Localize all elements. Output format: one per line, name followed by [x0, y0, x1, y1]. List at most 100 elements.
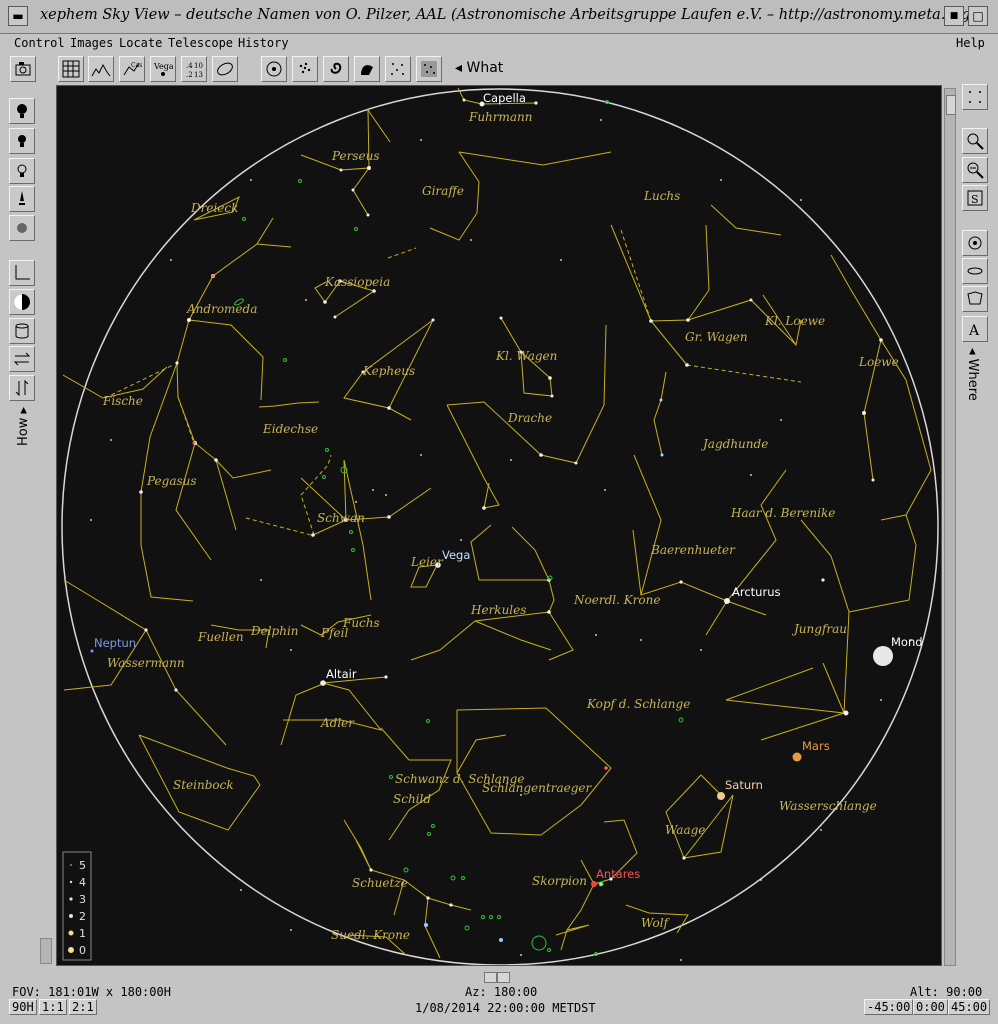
- magnitude-legend: 5 4 3 2 1 0: [62, 851, 92, 961]
- zoom-dots-icon[interactable]: [962, 84, 988, 110]
- aspect-1-1-button[interactable]: 1:1: [39, 999, 67, 1015]
- cn-dreieck: Dreieck: [190, 201, 238, 215]
- cn-schuetze: Schuetze: [352, 876, 408, 890]
- cn-noerdl-krone: Noerdl. Krone: [573, 593, 660, 607]
- telescope-icon[interactable]: [9, 186, 35, 212]
- grid-icon[interactable]: [58, 56, 84, 82]
- label-mond: Mond: [891, 635, 923, 649]
- cn-kl-wagen: Kl. Wagen: [495, 349, 557, 363]
- menu-images[interactable]: Images: [70, 36, 113, 50]
- svg-text:.4: .4: [186, 62, 193, 70]
- cn-fische: Fische: [102, 394, 143, 408]
- cn-pegasus: Pegasus: [146, 474, 197, 488]
- cn-jungfrau: Jungfrau: [791, 622, 847, 636]
- where-menu[interactable]: ◂ Where: [965, 348, 980, 401]
- window-menu-button[interactable]: ▬: [8, 6, 28, 26]
- eyepiece-icon[interactable]: [9, 215, 35, 241]
- zoom-in-icon[interactable]: [962, 128, 988, 154]
- constellation-names-icon[interactable]: Cas: [119, 56, 145, 82]
- text-filter-icon[interactable]: A: [962, 316, 988, 342]
- minimize-button[interactable]: ■: [944, 6, 964, 26]
- svg-text:Vega: Vega: [153, 62, 173, 71]
- vertical-scroll-thumb[interactable]: [946, 95, 956, 115]
- camera-icon[interactable]: [10, 56, 36, 82]
- cn-drache: Drache: [507, 411, 552, 425]
- left-scrollbar[interactable]: [40, 938, 52, 964]
- maximize-button[interactable]: □: [968, 6, 988, 26]
- legend-5: 5: [79, 859, 86, 872]
- how-menu[interactable]: How ▸: [16, 407, 31, 446]
- cn-eidechse: Eidechse: [262, 422, 318, 436]
- label-antares: Antares: [596, 867, 640, 881]
- menu-help[interactable]: Help: [956, 36, 985, 50]
- moon-marker: [873, 646, 893, 666]
- cluster-filter-icon[interactable]: [962, 230, 988, 256]
- zoom-sky-icon[interactable]: S: [962, 185, 988, 211]
- legend-3: 3: [79, 893, 86, 906]
- constellation-boundaries: [104, 229, 802, 536]
- constellation-lines: [62, 87, 932, 959]
- target-icon[interactable]: [261, 56, 287, 82]
- window-title: xephem Sky View – deutsche Namen von O. …: [40, 7, 977, 23]
- star-names-icon[interactable]: Vega: [150, 56, 176, 82]
- title-bar: ▬ xephem Sky View – deutsche Namen von O…: [0, 0, 998, 34]
- scroll-left[interactable]: [484, 972, 497, 983]
- stars-icon[interactable]: [385, 56, 411, 82]
- sky-view[interactable]: Capella Vega Arcturus Mond Neptun Altair…: [56, 85, 942, 966]
- fov-90h-button[interactable]: 90H: [9, 999, 37, 1015]
- milky-way-icon[interactable]: [416, 56, 442, 82]
- cn-suedl-krone: Suedl. Krone: [331, 928, 410, 942]
- alt-minus45-button[interactable]: -45:00: [864, 999, 914, 1015]
- axes-icon[interactable]: [9, 260, 35, 286]
- aspect-2-1-button[interactable]: 2:1: [69, 999, 97, 1015]
- menu-history[interactable]: History: [238, 36, 289, 50]
- how-label: How: [16, 417, 31, 446]
- cn-jagdhunde: Jagdhunde: [700, 437, 768, 451]
- legend-0: 0: [79, 944, 86, 957]
- cn-schild: Schild: [393, 792, 431, 806]
- alt-45-button[interactable]: 45:00: [948, 999, 991, 1015]
- datetime-readout: 1/08/2014 22:00:00 METDST: [415, 1001, 596, 1015]
- menu-telescope[interactable]: Telescope: [168, 36, 233, 50]
- flip-vertical-icon[interactable]: [9, 375, 35, 401]
- flip-horizontal-icon[interactable]: [9, 346, 35, 372]
- legend-4: 4: [79, 876, 86, 889]
- horizontal-scrollbar[interactable]: [484, 968, 514, 983]
- menu-control[interactable]: Control: [14, 36, 65, 50]
- horizon-icon[interactable]: [88, 56, 114, 82]
- galaxy-icon[interactable]: [323, 56, 349, 82]
- cylinder-icon[interactable]: [9, 318, 35, 344]
- alt-readout: Alt: 90:00: [910, 985, 983, 999]
- cn-gr-wagen: Gr. Wagen: [685, 330, 748, 344]
- planet-icon[interactable]: [354, 56, 380, 82]
- cluster-icon[interactable]: [292, 56, 318, 82]
- label-saturn: Saturn: [725, 778, 763, 792]
- ecliptic-icon[interactable]: [212, 56, 238, 82]
- alt-0-button[interactable]: 0:00: [913, 999, 948, 1015]
- what-label: What: [466, 60, 504, 76]
- menu-locate[interactable]: Locate: [119, 36, 162, 50]
- label-arcturus: Arcturus: [732, 585, 780, 599]
- az-readout: Az: 180:00: [465, 985, 538, 999]
- bulb-icon[interactable]: [9, 128, 35, 154]
- zoom-out-icon[interactable]: [962, 157, 988, 183]
- where-label: Where: [965, 358, 980, 401]
- scroll-right[interactable]: [497, 972, 510, 983]
- shape-filter-icon[interactable]: [962, 286, 988, 312]
- legend-2: 2: [79, 910, 86, 923]
- bulb-dim-icon[interactable]: [9, 158, 35, 184]
- vertical-scrollbar[interactable]: [944, 88, 956, 966]
- bulb-bright-icon[interactable]: [9, 98, 35, 124]
- what-menu[interactable]: ◂ What: [455, 60, 503, 76]
- menu-bar: Control Images Locate Telescope History …: [0, 34, 998, 54]
- cn-loewe: Loewe: [858, 355, 899, 369]
- cn-steinbock: Steinbock: [173, 778, 234, 792]
- galaxy-filter-icon[interactable]: [962, 258, 988, 284]
- cn-skorpion: Skorpion: [532, 874, 587, 888]
- moon-phase-icon[interactable]: [9, 289, 35, 315]
- svg-text:Cas: Cas: [131, 62, 142, 69]
- magnitude-icon[interactable]: .4 10.2 13: [181, 56, 207, 82]
- cn-luchs: Luchs: [643, 189, 680, 203]
- cn-kepheus: Kepheus: [362, 364, 415, 378]
- cn-wassermann: Wassermann: [107, 656, 185, 670]
